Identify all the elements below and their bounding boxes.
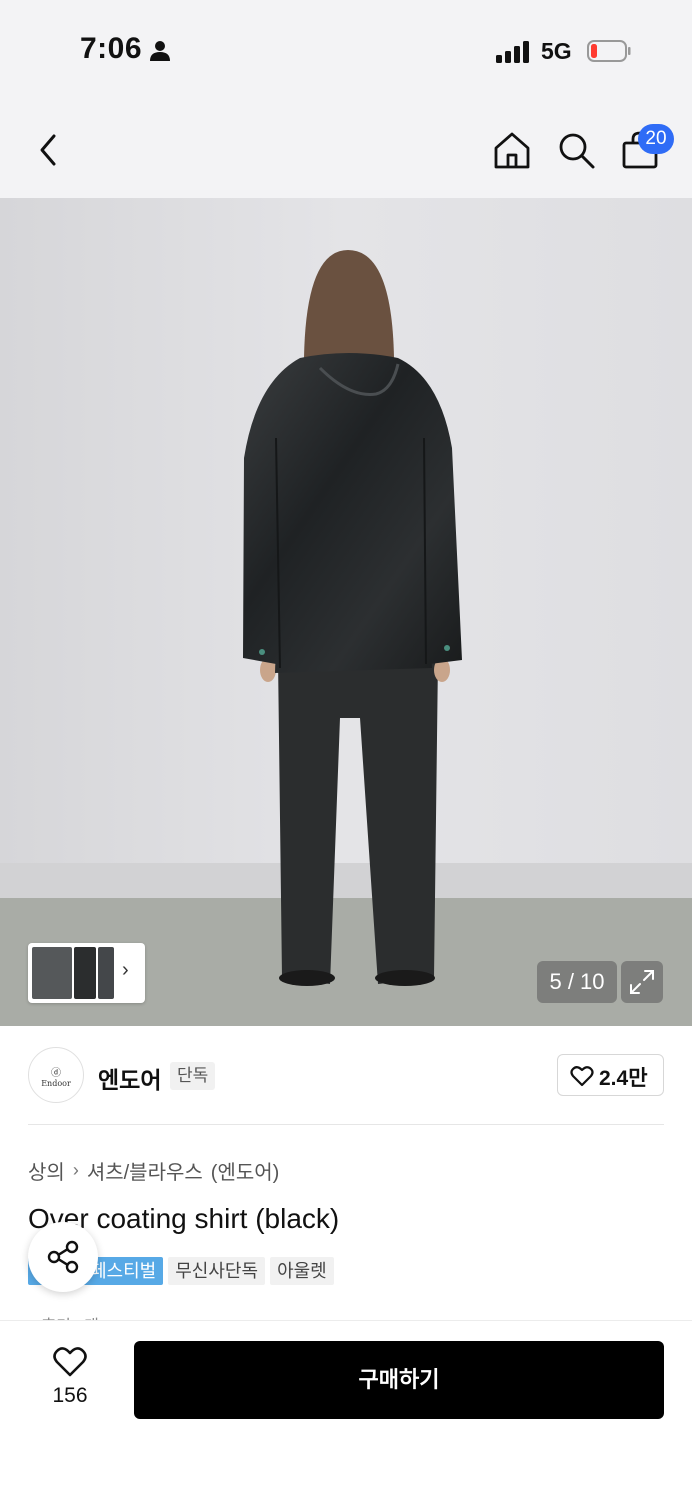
breadcrumb-item[interactable]: 상의	[28, 1156, 65, 1185]
brand-like-button[interactable]: 2.4만	[557, 1054, 664, 1096]
brand-logo-mark: ⓓ	[51, 1068, 61, 1079]
thumbnail-image[interactable]	[74, 947, 96, 999]
share-button[interactable]	[28, 1222, 98, 1292]
back-button[interactable]	[32, 130, 68, 170]
top-nav-bar	[0, 100, 692, 198]
wishlist-button[interactable]: 156	[40, 1344, 100, 1414]
battery-icon	[587, 40, 631, 62]
badge-musinsa-exclusive: 무신사단독	[168, 1257, 266, 1285]
home-button[interactable]	[492, 130, 532, 170]
breadcrumb-item[interactable]: 셔츠/블라우스	[87, 1156, 203, 1185]
divider	[28, 1124, 664, 1125]
share-icon	[47, 1240, 79, 1274]
thumbnail-image[interactable]	[98, 947, 114, 999]
wishlist-count: 156	[52, 1384, 88, 1407]
expand-icon	[630, 970, 654, 994]
product-photo	[0, 198, 692, 1026]
heart-icon	[53, 1347, 87, 1377]
image-page-counter: 5 / 10	[537, 961, 617, 1003]
brand-logo[interactable]: ⓓ Endoor	[28, 1047, 84, 1103]
brand-logo-text: Endoor	[41, 1079, 71, 1088]
expand-button[interactable]	[621, 961, 663, 1003]
badge-outlet: 아울렛	[270, 1257, 334, 1285]
status-time: 7:06	[80, 32, 143, 65]
buy-button[interactable]: 구매하기	[134, 1341, 664, 1419]
brand-name[interactable]: 엔도어	[98, 1061, 161, 1095]
person-icon	[150, 41, 170, 61]
heart-icon	[570, 1066, 594, 1087]
breadcrumb-item[interactable]: (엔도어)	[211, 1156, 280, 1185]
chevron-right-icon: ›	[122, 959, 129, 981]
exclusive-tag: 단독	[170, 1062, 216, 1090]
breadcrumb-separator-icon: ›	[72, 1160, 79, 1180]
breadcrumb: 상의 › 셔츠/블라우스 (엔도어)	[28, 1156, 279, 1185]
thumbnail-image[interactable]	[32, 947, 72, 999]
brand-like-count: 2.4만	[599, 1067, 648, 1090]
status-bar: 7:06 5G	[0, 0, 692, 100]
cart-count-badge: 20	[638, 124, 674, 154]
network-type: 5G	[541, 38, 572, 64]
thumbnail-strip[interactable]: ›	[28, 943, 145, 1003]
cellular-signal-icon	[496, 41, 529, 63]
product-image-gallery[interactable]: › 5 / 10	[0, 198, 692, 1026]
search-button[interactable]	[556, 130, 596, 170]
